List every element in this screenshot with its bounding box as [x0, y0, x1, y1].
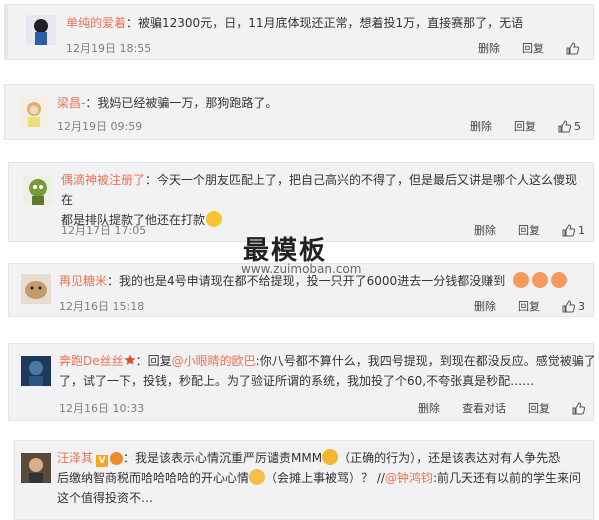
comment-card: 奔跑De丝丝 ：回复@小眼睛的欧巴:你八号都不算什么，我四号提现，到现在都没反应。… — [8, 343, 596, 421]
comment-text-line2: 后缴纳智商税而哈哈哈哈的开心心情 — [57, 471, 250, 485]
laughing-emoji-icon — [206, 211, 223, 227]
reply-button[interactable]: 回复 — [528, 400, 550, 416]
watermark-url: www.zuimoban.com — [241, 262, 362, 276]
comment-time: 12月16日 15:18 — [59, 300, 145, 313]
avatar[interactable] — [23, 175, 53, 205]
commenter-name[interactable]: 再见糖米 — [59, 274, 107, 288]
crying-emoji-icon — [532, 272, 549, 288]
thumbs-up-icon — [562, 223, 575, 236]
comment-card: 汪泽其 V ：我是该表示心情沉重严厉谴责MMM （正确的行为），还是该表达对有人争先恐… — [14, 440, 594, 520]
commenter-name[interactable]: 汪泽其 — [57, 451, 93, 465]
avatar[interactable] — [19, 97, 49, 127]
comment-text-line2-end: :前几天还有以前的学生来问 — [432, 471, 581, 485]
like-button[interactable]: 5 — [558, 120, 581, 133]
badge-emoji-icon — [110, 452, 124, 465]
comment-text: ：我妈已经被骗一万，那狗跑路了。 — [85, 96, 278, 110]
comment-actions: 删除 回复 1 — [474, 222, 585, 238]
sweat-emoji-icon — [249, 469, 266, 485]
comment-actions: 删除 回复 — [478, 40, 579, 56]
comment-text: ：被骗12300元，日，11月底体现还正常，想着投1万，直接赛那了，无语 — [126, 16, 524, 30]
comment-actions: 删除 回复 3 — [474, 298, 585, 314]
comment-text-cont: （正确的行为），还是该表达对有人争先恐 — [338, 451, 561, 465]
view-conversation-button[interactable]: 查看对话 — [462, 400, 506, 416]
comment-text: ：我是该表示心情沉重严厉谴责MMM — [123, 451, 323, 465]
reply-button[interactable]: 回复 — [514, 118, 536, 134]
reply-button[interactable]: 回复 — [522, 40, 544, 56]
comment-text-cont: :你八号都不算什么，我四号提现，到现在都没反应。感觉被骗了 — [255, 354, 596, 368]
comment-time: 12月19日 09:59 — [57, 120, 143, 133]
comment-body: 单纯的爱着：被骗12300元，日，11月底体现还正常，想着投1万，直接赛那了，无… — [66, 13, 523, 33]
thumbs-up-icon — [558, 119, 571, 132]
comment-body: 汪泽其 V ：我是该表示心情沉重严厉谴责MMM （正确的行为），还是该表达对有人争先恐… — [57, 448, 592, 508]
comment-text: ：回复 — [135, 354, 172, 368]
comment-text-line2-cont: （会摊上事被骂）？ // — [265, 471, 385, 485]
comment-body: 梁昌-：我妈已经被骗一万，那狗跑路了。 — [57, 93, 277, 113]
delete-button[interactable]: 删除 — [470, 118, 492, 134]
like-button[interactable]: 3 — [562, 300, 585, 313]
thumbs-up-icon — [572, 401, 585, 414]
like-button[interactable]: 1 — [562, 224, 585, 237]
reply-button[interactable]: 回复 — [518, 298, 540, 314]
comment-text-line2: 了，试了一下，投钱，秒配上。为了验证所谓的系统，我加投了个60,不夸张真是秒配…… — [59, 374, 535, 388]
commenter-name[interactable]: 奔跑De丝丝 — [59, 354, 124, 368]
comment-text: ：我的也是4号申请现在都不给提现，投一只开了6000进去一分钱都没赚到 — [107, 274, 506, 288]
mention-link[interactable]: @钟鸿钧 — [385, 471, 433, 485]
like-count: 5 — [574, 119, 581, 133]
like-count: 3 — [578, 299, 585, 313]
comment-time: 12月17日 17:05 — [61, 224, 147, 237]
comment-card: 单纯的爱着：被骗12300元，日，11月底体现还正常，想着投1万，直接赛那了，无… — [4, 4, 594, 60]
comment-text-line3: 这个值得投资不… — [57, 491, 154, 505]
comment-actions: 删除 查看对话 回复 — [418, 400, 585, 416]
comment-body: 偶滴神被注册了：今天一个朋友匹配上了，把自己高兴的不得了，但是最后又讲是哪个人这… — [61, 170, 581, 230]
delete-button[interactable]: 删除 — [478, 40, 500, 56]
avatar[interactable] — [21, 356, 51, 386]
avatar[interactable] — [21, 274, 51, 304]
delete-button[interactable]: 删除 — [418, 400, 440, 416]
angry-emoji-icon — [322, 449, 339, 465]
commenter-name[interactable]: 单纯的爱着 — [66, 16, 126, 30]
vip-badge-icon: V — [96, 455, 109, 467]
commenter-name[interactable]: 梁昌- — [57, 96, 85, 110]
comment-actions: 删除 回复 5 — [470, 118, 581, 134]
like-count: 1 — [578, 223, 585, 237]
crying-emoji-icon — [513, 272, 530, 288]
delete-button[interactable]: 删除 — [474, 222, 496, 238]
star-icon — [124, 354, 136, 365]
mention-link[interactable]: @小眼睛的欧巴 — [172, 354, 256, 368]
commenter-name[interactable]: 偶滴神被注册了 — [61, 173, 145, 187]
comment-time: 12月19日 18:55 — [66, 42, 152, 55]
crying-emoji-icon — [551, 272, 568, 288]
comment-body: 奔跑De丝丝 ：回复@小眼睛的欧巴:你八号都不算什么，我四号提现，到现在都没反应。… — [59, 351, 596, 391]
comment-card: 梁昌-：我妈已经被骗一万，那狗跑路了。 12月19日 09:59 删除 回复 5 — [4, 84, 594, 140]
delete-button[interactable]: 删除 — [474, 298, 496, 314]
comment-time: 12月16日 10:33 — [59, 402, 145, 415]
like-button[interactable] — [572, 401, 585, 415]
like-button[interactable] — [566, 41, 579, 55]
thumbs-up-icon — [562, 299, 575, 312]
avatar[interactable] — [26, 15, 56, 45]
reply-button[interactable]: 回复 — [518, 222, 540, 238]
thumbs-up-icon — [566, 41, 579, 54]
avatar[interactable] — [21, 453, 51, 483]
